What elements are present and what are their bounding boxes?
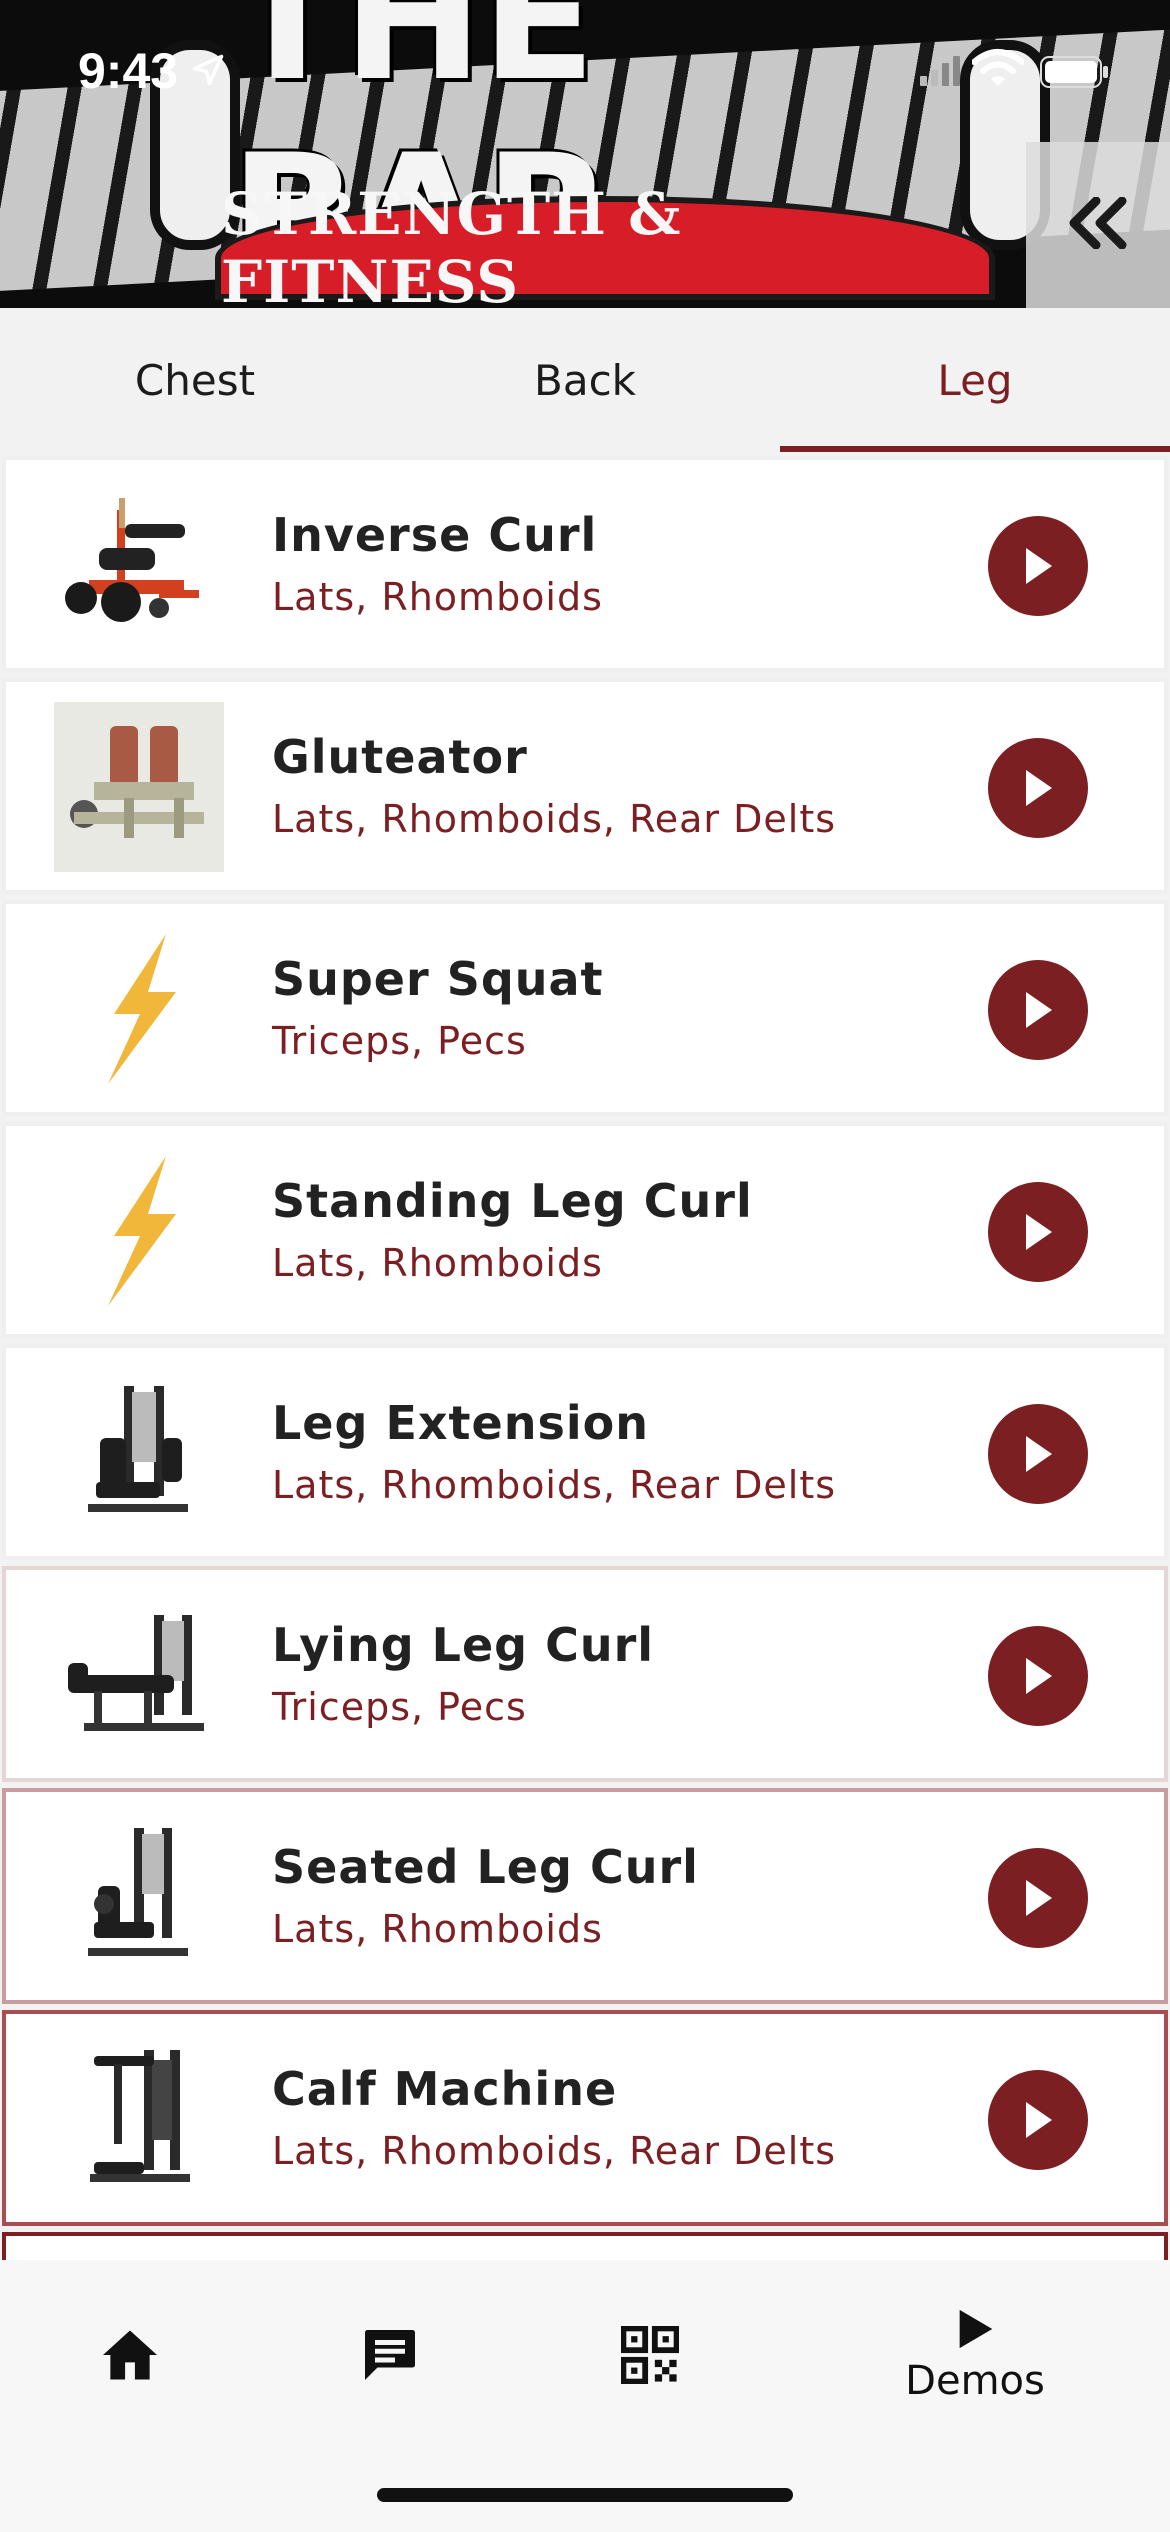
exercise-list: Inverse Curl Lats, Rhomboids Gluteator L… [0,452,1170,2260]
battery-icon [1040,56,1110,92]
play-button[interactable] [988,1404,1088,1504]
status-bar: 9:43 [0,0,1170,150]
play-button[interactable] [988,2070,1088,2170]
play-button[interactable] [988,1182,1088,1282]
exercise-name: Super Squat [272,952,604,1006]
nav-home[interactable] [0,2260,260,2450]
exercise-muscles: Lats, Rhomboids [272,1241,603,1285]
home-icon [103,2330,157,2380]
double-chevron-left-icon [1066,196,1130,253]
exercise-muscles: Lats, Rhomboids, Rear Delts [272,797,837,841]
exercise-name: Calf Machine [272,2062,618,2116]
machine-photo [54,702,224,872]
cellular-signal-icon [920,56,960,90]
location-arrow-icon [190,52,226,92]
exercise-muscles: Lats, Rhomboids, Rear Delts [272,2129,837,2173]
exercise-muscles: Lats, Rhomboids [272,575,603,619]
play-icon [959,2309,993,2349]
qr-code-icon [621,2326,679,2384]
machine-photo [54,2034,224,2204]
tab-chest[interactable]: Chest [0,308,390,452]
machine-photo [54,480,224,650]
play-icon [1026,548,1052,584]
exercise-name: Standing Leg Curl [272,1174,753,1228]
exercise-name: Lying Leg Curl [272,1618,655,1672]
exercise-muscles: Lats, Rhomboids [272,1907,603,1951]
exercise-row-partial[interactable] [2,2232,1168,2260]
exercise-row[interactable]: Seated Leg Curl Lats, Rhomboids [2,1788,1168,2004]
machine-photo [54,1368,224,1538]
collapse-button[interactable] [1026,142,1170,308]
play-button[interactable] [988,516,1088,616]
machine-photo [54,1812,224,1982]
play-button[interactable] [988,738,1088,838]
tab-leg[interactable]: Leg [780,308,1170,452]
exercise-row[interactable]: Inverse Curl Lats, Rhomboids [2,456,1168,672]
play-button[interactable] [988,960,1088,1060]
lightning-icon [54,1146,224,1316]
nav-demos-label: Demos [905,2358,1045,2404]
exercise-muscles: Triceps, Pecs [272,1019,527,1063]
status-time: 9:43 [78,43,179,99]
chat-icon [365,2330,415,2380]
exercise-row[interactable]: Lying Leg Curl Triceps, Pecs [2,1566,1168,1782]
exercise-row[interactable]: Gluteator Lats, Rhomboids, Rear Delts [2,678,1168,894]
exercise-row[interactable]: Calf Machine Lats, Rhomboids, Rear Delts [2,2010,1168,2226]
play-icon [1026,1880,1052,1916]
machine-photo [54,1590,224,1760]
play-button[interactable] [988,1848,1088,1948]
exercise-name: Seated Leg Curl [272,1840,699,1894]
logo-subtitle: STRENGTH & FITNESS [215,180,995,308]
exercise-name: Gluteator [272,730,528,784]
play-icon [1026,1436,1052,1472]
exercise-row[interactable]: Super Squat Triceps, Pecs [2,900,1168,1116]
exercise-row[interactable]: Standing Leg Curl Lats, Rhomboids [2,1122,1168,1338]
exercise-muscles: Lats, Rhomboids, Rear Delts [272,1463,837,1507]
play-icon [1026,992,1052,1028]
play-icon [1026,770,1052,806]
wifi-icon [971,48,1025,92]
exercise-row[interactable]: Leg Extension Lats, Rhomboids, Rear Delt… [2,1344,1168,1560]
category-tabs: Chest Back Leg [0,308,1170,452]
nav-demos[interactable]: Demos [845,2260,1105,2450]
play-icon [1026,2102,1052,2138]
play-icon [1026,1658,1052,1694]
lightning-icon [54,924,224,1094]
exercise-name: Inverse Curl [272,508,598,562]
exercise-name: Leg Extension [272,1396,649,1450]
nav-qr-scan[interactable] [520,2260,780,2450]
play-icon [1026,1214,1052,1250]
exercise-muscles: Triceps, Pecs [272,1685,527,1729]
nav-chat[interactable] [260,2260,520,2450]
home-indicator[interactable] [377,2488,793,2502]
play-button[interactable] [988,1626,1088,1726]
tab-back[interactable]: Back [390,308,780,452]
